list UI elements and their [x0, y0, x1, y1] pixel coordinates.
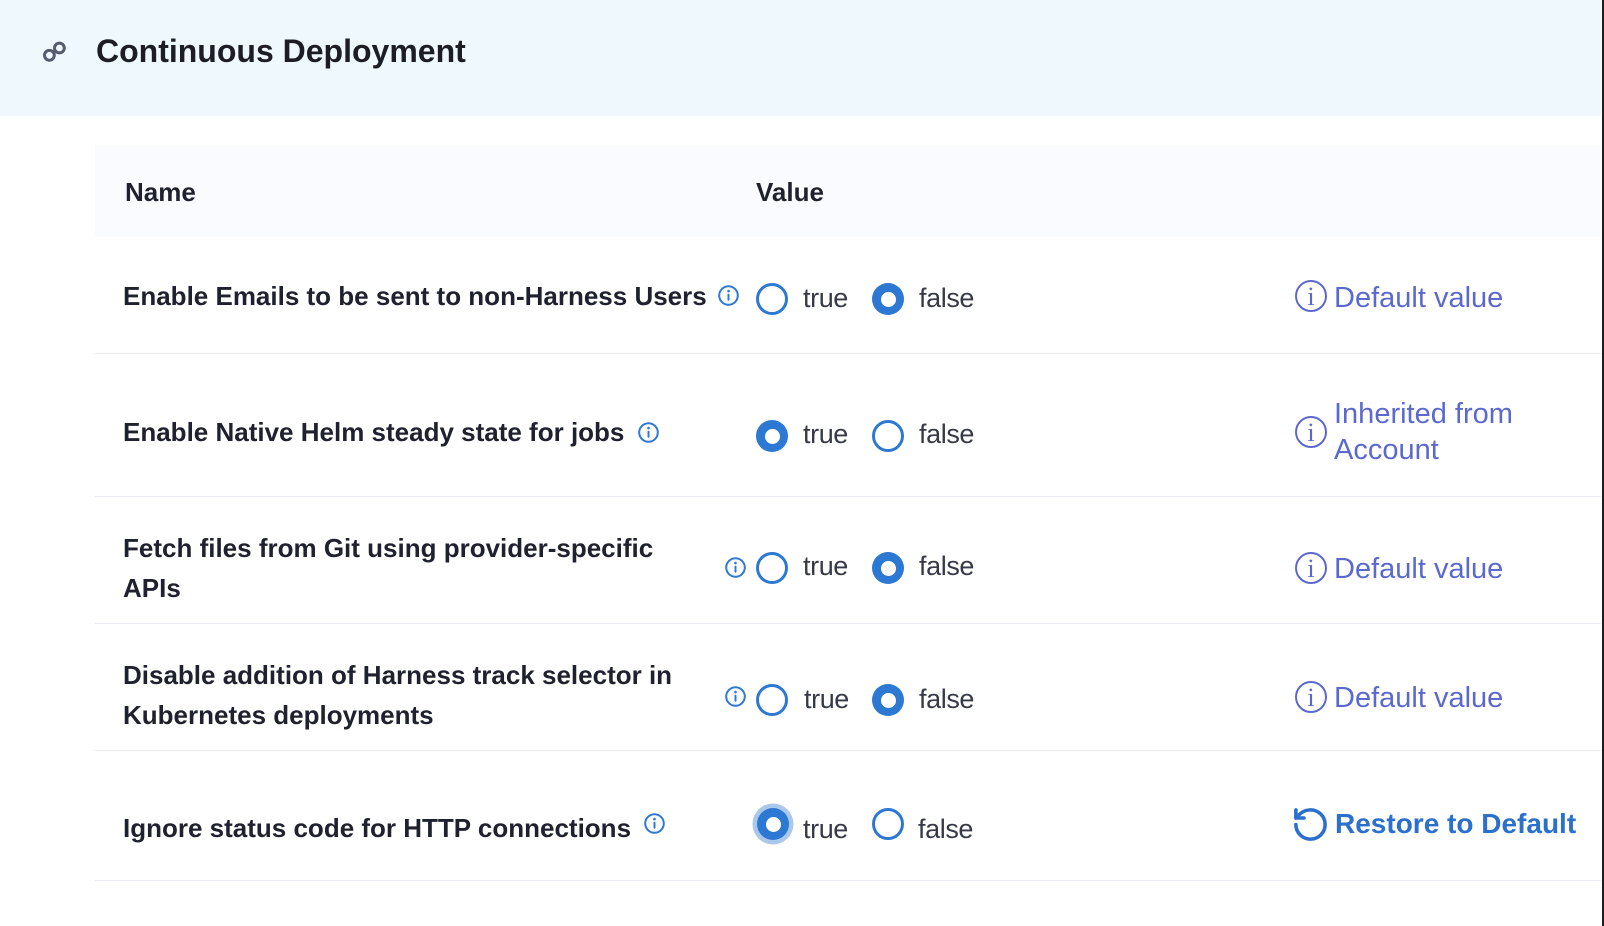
svg-text:i: i — [1307, 282, 1314, 311]
svg-text:i: i — [1307, 418, 1314, 447]
svg-text:i: i — [1307, 554, 1314, 583]
svg-text:i: i — [1307, 683, 1314, 712]
